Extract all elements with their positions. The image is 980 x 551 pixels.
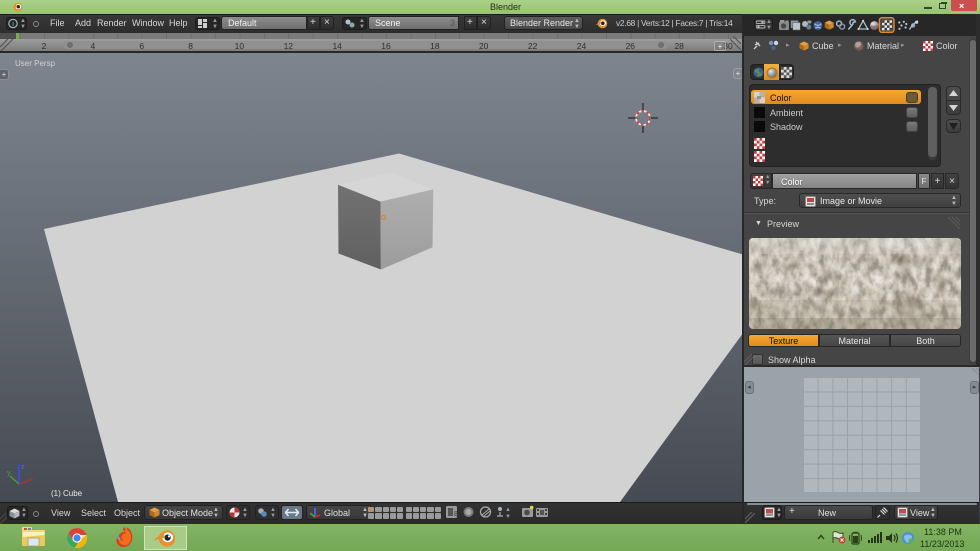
svg-text:▲: ▲ xyxy=(505,507,511,513)
svg-text:y: y xyxy=(7,470,11,477)
svg-text:z: z xyxy=(21,464,25,471)
svg-text:i: i xyxy=(12,21,14,28)
svg-text:▼: ▼ xyxy=(505,514,511,520)
svg-text:8: 8 xyxy=(454,511,458,518)
